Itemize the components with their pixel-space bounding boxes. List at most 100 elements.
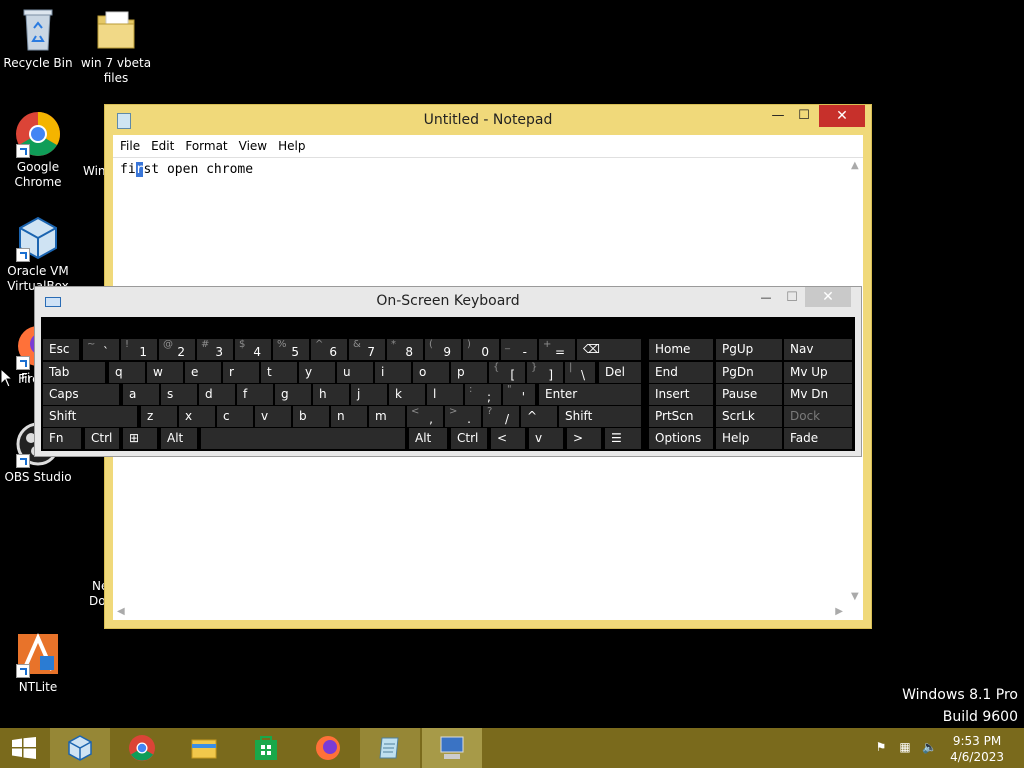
key-i[interactable]: i — [375, 362, 411, 383]
osk-close-button[interactable]: ✕ — [805, 287, 851, 307]
nav-key-fade[interactable]: Fade — [784, 428, 852, 449]
key-Esc[interactable]: Esc — [43, 339, 79, 360]
key-e[interactable]: e — [185, 362, 221, 383]
key-s[interactable]: s — [161, 384, 197, 405]
key-Alt[interactable]: Alt — [409, 428, 447, 449]
speaker-icon[interactable]: 🔈 — [922, 740, 937, 754]
nav-key-help[interactable]: Help — [716, 428, 782, 449]
key-sym[interactable]: > — [567, 428, 601, 449]
key-sym[interactable]: ? / — [483, 406, 519, 427]
key-f[interactable]: f — [237, 384, 273, 405]
nav-key-nav[interactable]: Nav — [784, 339, 852, 360]
osk-maximize-button[interactable]: ☐ — [779, 287, 805, 309]
scroll-down-arrow-icon[interactable]: ▼ — [851, 591, 859, 602]
osk-minimize-button[interactable]: — — [753, 287, 779, 309]
key-x[interactable]: x — [179, 406, 215, 427]
key-a[interactable]: a — [123, 384, 159, 405]
notepad-titlebar[interactable]: Untitled - Notepad — ☐ ✕ — [105, 105, 871, 135]
key-sym[interactable]: :; — [465, 384, 501, 405]
taskbar-notepad[interactable] — [360, 728, 420, 768]
key-k[interactable]: k — [389, 384, 425, 405]
scroll-left-arrow-icon[interactable]: ◀ — [117, 606, 125, 617]
key-2[interactable]: @2 — [159, 339, 195, 360]
key-r[interactable]: r — [223, 362, 259, 383]
menu-file[interactable]: File — [113, 135, 144, 153]
key-z[interactable]: z — [141, 406, 177, 427]
key-sym[interactable]: < — [491, 428, 525, 449]
desktop-icon-chrome[interactable]: Google Chrome — [0, 110, 76, 190]
key-d[interactable]: d — [199, 384, 235, 405]
taskbar-chrome[interactable] — [112, 728, 172, 768]
key-sym[interactable]: + = — [539, 339, 575, 360]
key-7[interactable]: & 7 — [349, 339, 385, 360]
key-v[interactable]: v — [529, 428, 563, 449]
key-Tab[interactable]: Tab — [43, 362, 105, 383]
osk-window[interactable]: On-Screen Keyboard — ☐ ✕ Esc ~ `! 1 @2 #3 $4% 5… — [34, 286, 862, 457]
nav-key-end[interactable]: End — [649, 362, 713, 383]
key-sym[interactable]: >. — [445, 406, 481, 427]
taskbar-firefox[interactable] — [298, 728, 358, 768]
key-w[interactable]: w — [147, 362, 183, 383]
key-sym[interactable]: ~ ` — [83, 339, 119, 360]
menu-edit[interactable]: Edit — [144, 135, 178, 153]
key-u[interactable]: u — [337, 362, 373, 383]
menu-format[interactable]: Format — [178, 135, 231, 153]
key-Alt[interactable]: Alt — [161, 428, 197, 449]
key-sym[interactable]: " ' — [503, 384, 535, 405]
nav-key-prtscn[interactable]: PrtScn — [649, 406, 713, 427]
key-sym[interactable]: ☰ — [605, 428, 641, 449]
start-button[interactable] — [0, 728, 48, 768]
desktop-icon-recycle-bin[interactable]: Recycle Bin — [0, 6, 76, 71]
scroll-up-arrow-icon[interactable]: ▲ — [851, 160, 859, 171]
key-sym[interactable]: _ - — [501, 339, 537, 360]
key-1[interactable]: ! 1 — [121, 339, 157, 360]
key-Ctrl[interactable]: Ctrl — [451, 428, 487, 449]
key-c[interactable]: c — [217, 406, 253, 427]
key-sym[interactable]: {[ — [489, 362, 525, 383]
key-Shift[interactable]: Shift — [43, 406, 137, 427]
minimize-button[interactable]: — — [765, 105, 791, 127]
key-b[interactable]: b — [293, 406, 329, 427]
key-space[interactable] — [201, 428, 405, 449]
key-h[interactable]: h — [313, 384, 349, 405]
key-Enter[interactable]: Enter — [539, 384, 641, 405]
key-sym[interactable]: <, — [407, 406, 443, 427]
menu-view[interactable]: View — [232, 135, 271, 153]
key-sym[interactable]: | \ — [565, 362, 595, 383]
nav-key-options[interactable]: Options — [649, 428, 713, 449]
network-icon[interactable]: ▦ — [898, 740, 912, 754]
taskbar-osk[interactable] — [422, 728, 482, 768]
key-0[interactable]: ) 0 — [463, 339, 499, 360]
close-button[interactable]: ✕ — [819, 105, 865, 127]
key-Shift[interactable]: Shift — [559, 406, 641, 427]
key-l[interactable]: l — [427, 384, 463, 405]
key-3[interactable]: #3 — [197, 339, 233, 360]
nav-key-insert[interactable]: Insert — [649, 384, 713, 405]
key-v[interactable]: v — [255, 406, 291, 427]
key-g[interactable]: g — [275, 384, 311, 405]
horizontal-scrollbar[interactable]: ◀ ▶ — [113, 604, 847, 620]
key-n[interactable]: n — [331, 406, 367, 427]
key-q[interactable]: q — [109, 362, 145, 383]
key-sym[interactable]: ⌫ — [577, 339, 641, 360]
key-Del[interactable]: Del — [599, 362, 641, 383]
key-y[interactable]: y — [299, 362, 335, 383]
desktop-icon-folder[interactable]: win 7 vbeta files — [78, 6, 154, 86]
key-5[interactable]: % 5 — [273, 339, 309, 360]
maximize-button[interactable]: ☐ — [791, 105, 817, 127]
taskbar-file-explorer[interactable] — [174, 728, 234, 768]
key-j[interactable]: j — [351, 384, 387, 405]
key-sym[interactable]: ^ — [521, 406, 557, 427]
key-m[interactable]: m — [369, 406, 405, 427]
key-Fn[interactable]: Fn — [43, 428, 81, 449]
key-o[interactable]: o — [413, 362, 449, 383]
key-6[interactable]: ^ 6 — [311, 339, 347, 360]
nav-key-pgdn[interactable]: PgDn — [716, 362, 782, 383]
key-9[interactable]: (9 — [425, 339, 461, 360]
desktop-icon-ntlite[interactable]: NTLite — [0, 630, 76, 695]
clock[interactable]: 9:53 PM 4/6/2023 — [950, 733, 1004, 765]
key-8[interactable]: * 8 — [387, 339, 423, 360]
key-p[interactable]: p — [451, 362, 487, 383]
key-Ctrl[interactable]: Ctrl — [85, 428, 119, 449]
key-Caps[interactable]: Caps — [43, 384, 119, 405]
